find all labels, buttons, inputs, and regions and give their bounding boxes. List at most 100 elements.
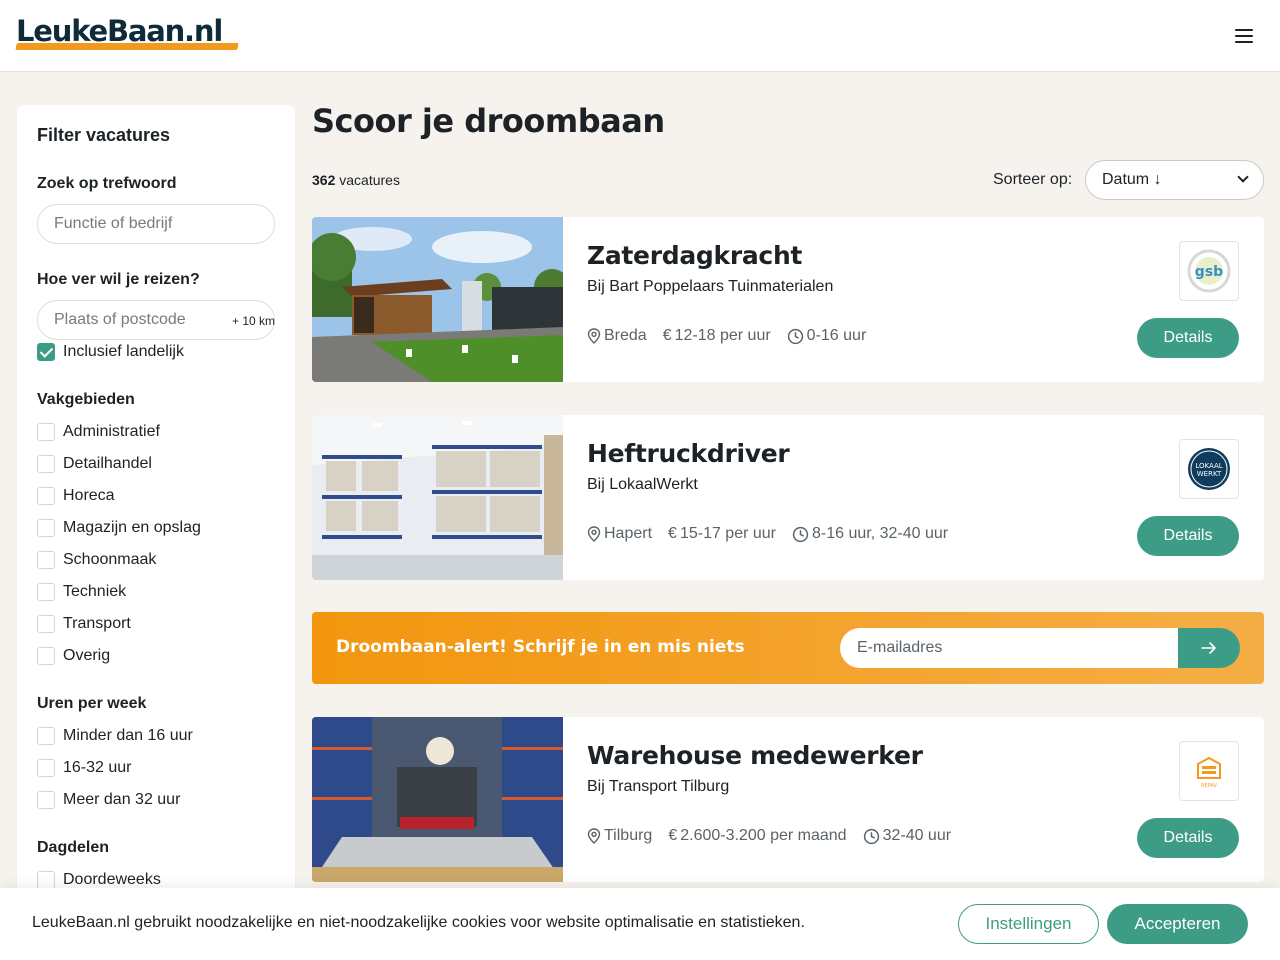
- job-card[interactable]: Zaterdagkracht Bij Bart Poppelaars Tuinm…: [312, 217, 1264, 382]
- field-checkbox[interactable]: Transport: [37, 613, 131, 635]
- checkbox-icon[interactable]: [37, 423, 55, 441]
- job-location: Tilburg: [587, 827, 652, 845]
- job-meta: Hapert € 15-17 per uur 8-16 uur, 32-40 u…: [587, 525, 948, 543]
- job-company: Bij Transport Tilburg: [587, 778, 730, 795]
- chevron-down-icon: [1237, 171, 1249, 183]
- checkbox-icon[interactable]: [37, 615, 55, 633]
- email-input[interactable]: [840, 628, 1180, 668]
- cookie-bar: LeukeBaan.nl gebruikt noodzakelijke en n…: [0, 888, 1280, 960]
- vacancy-count: 362 vacatures: [312, 172, 400, 188]
- arrow-right-icon: [1201, 642, 1216, 654]
- werkt-text: WERKT: [1197, 470, 1222, 478]
- clock-icon: [863, 828, 879, 844]
- job-card[interactable]: Warehouse medewerker Bij Transport Tilbu…: [312, 717, 1264, 882]
- sort-label: Sorteer op:: [993, 171, 1073, 188]
- repav-logo: REPAV: [1197, 756, 1221, 789]
- hours-option-label: 16-32 uur: [63, 759, 132, 776]
- lokaal-text: LOKAAL: [1195, 462, 1222, 470]
- dayparts-label: Dagdelen: [37, 839, 110, 856]
- checkbox-icon[interactable]: [37, 647, 55, 665]
- job-location: Breda: [587, 327, 647, 345]
- job-title[interactable]: Heftruckdriver: [587, 439, 790, 468]
- field-checkbox[interactable]: Detailhandel: [37, 453, 152, 475]
- job-title[interactable]: Zaterdagkracht: [587, 241, 802, 270]
- job-hours-text: 8-16 uur, 32-40 uur: [812, 525, 949, 542]
- field-checkbox[interactable]: Techniek: [37, 581, 126, 603]
- filter-sidebar: Filter vacatures Zoek op trefwoord Hoe v…: [17, 105, 295, 925]
- filter-title: Filter vacatures: [37, 125, 171, 145]
- field-label: Schoonmaak: [63, 551, 157, 568]
- hours-option-label: Minder dan 16 uur: [63, 727, 193, 744]
- euro-icon: €: [662, 327, 672, 344]
- checkbox-icon[interactable]: [37, 791, 55, 809]
- cookie-settings-button[interactable]: Instellingen: [958, 904, 1099, 944]
- gsb-logo: gsb: [1187, 249, 1231, 293]
- vacancy-count-number: 362: [312, 172, 336, 188]
- company-logo-repav: REPAV: [1179, 741, 1239, 801]
- job-location: Hapert: [587, 525, 652, 543]
- checkbox-icon[interactable]: [37, 871, 55, 889]
- details-button[interactable]: Details: [1137, 818, 1239, 858]
- hours-checkbox[interactable]: 16-32 uur: [37, 757, 132, 779]
- vacancy-count-label: vacatures: [339, 172, 400, 188]
- job-hours-text: 0-16 uur: [806, 327, 867, 344]
- checkbox-icon[interactable]: [37, 487, 55, 505]
- job-location-text: Hapert: [604, 525, 653, 542]
- job-salary: € 12-18 per uur: [663, 327, 771, 345]
- field-label: Transport: [63, 615, 131, 632]
- alert-text: Droombaan-alert! Schrijf je in en mis ni…: [336, 637, 745, 657]
- field-checkbox[interactable]: Schoonmaak: [37, 549, 156, 571]
- field-checkbox[interactable]: Overig: [37, 645, 110, 667]
- job-alert-banner: Droombaan-alert! Schrijf je in en mis ni…: [312, 612, 1264, 684]
- distance-label: Hoe ver wil je reizen?: [37, 271, 200, 288]
- job-salary-text: 12-18 per uur: [674, 327, 771, 344]
- logo-text[interactable]: LeukeBaan.nl: [16, 14, 223, 48]
- euro-icon: €: [668, 827, 678, 844]
- checkbox-icon[interactable]: [37, 455, 55, 473]
- job-image-warehouse: [312, 415, 563, 580]
- details-button[interactable]: Details: [1137, 318, 1239, 358]
- clock-icon: [792, 526, 809, 542]
- checkbox-checked-icon[interactable]: [37, 343, 55, 361]
- company-logo-gsb: gsb: [1179, 241, 1239, 301]
- subscribe-button[interactable]: [1178, 628, 1240, 668]
- euro-icon: €: [668, 525, 677, 542]
- sort-select[interactable]: Datum ↓: [1085, 160, 1264, 200]
- national-checkbox[interactable]: Inclusief landelijk: [37, 341, 184, 363]
- checkbox-icon[interactable]: [37, 551, 55, 569]
- job-salary-text: 15-17 per uur: [679, 525, 776, 542]
- field-checkbox[interactable]: Horeca: [37, 485, 115, 507]
- repav-logo-text: REPAV: [1201, 783, 1217, 789]
- hours-checkbox[interactable]: Minder dan 16 uur: [37, 725, 193, 747]
- hamburger-icon[interactable]: [1232, 25, 1256, 47]
- job-company: Bij Bart Poppelaars Tuinmaterialen: [587, 278, 834, 295]
- radius-selector[interactable]: + 10 km: [232, 314, 275, 328]
- field-label: Administratief: [63, 423, 160, 440]
- job-card[interactable]: Heftruckdriver Bij LokaalWerkt Hapert € …: [312, 415, 1264, 580]
- site-logo[interactable]: LeukeBaan.nl: [16, 14, 223, 48]
- field-label: Magazijn en opslag: [63, 519, 201, 536]
- details-button[interactable]: Details: [1137, 516, 1239, 556]
- job-title[interactable]: Warehouse medewerker: [587, 741, 923, 770]
- job-meta: Breda € 12-18 per uur 0-16 uur: [587, 327, 866, 345]
- job-hours: 8-16 uur, 32-40 uur: [792, 525, 948, 543]
- hours-checkbox[interactable]: Meer dan 32 uur: [37, 789, 180, 811]
- job-hours: 32-40 uur: [863, 827, 951, 845]
- field-label: Detailhandel: [63, 455, 152, 472]
- field-checkbox[interactable]: Administratief: [37, 421, 160, 443]
- checkbox-icon[interactable]: [37, 519, 55, 537]
- job-salary: € 2.600-3.200 per maand: [668, 827, 846, 845]
- hours-label: Uren per week: [37, 695, 147, 712]
- job-salary: € 15-17 per uur: [668, 525, 776, 543]
- cookie-accept-button[interactable]: Accepteren: [1107, 904, 1248, 944]
- field-label: Overig: [63, 647, 111, 664]
- job-company: Bij LokaalWerkt: [587, 476, 698, 493]
- keyword-input[interactable]: [37, 204, 275, 244]
- keyword-label: Zoek op trefwoord: [37, 175, 177, 192]
- company-logo-lokaalwerkt: LOKAAL WERKT: [1179, 439, 1239, 499]
- checkbox-icon[interactable]: [37, 759, 55, 777]
- checkbox-icon[interactable]: [37, 727, 55, 745]
- checkbox-icon[interactable]: [37, 583, 55, 601]
- field-label: Horeca: [63, 487, 115, 504]
- field-checkbox[interactable]: Magazijn en opslag: [37, 517, 201, 539]
